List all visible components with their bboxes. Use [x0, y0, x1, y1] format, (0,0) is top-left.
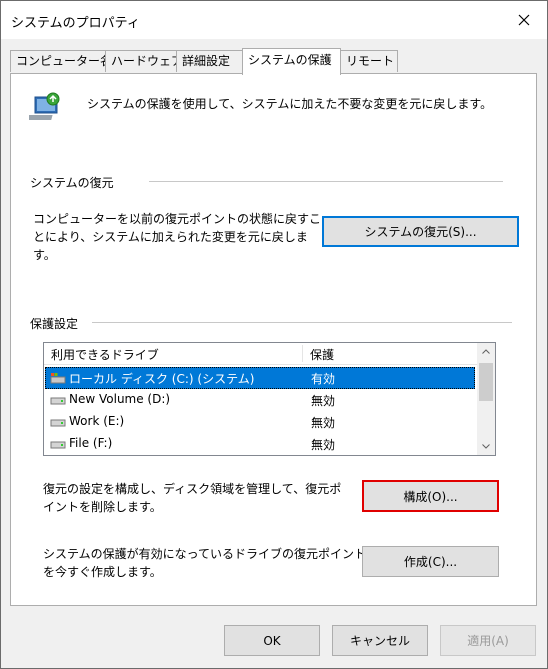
cancel-button[interactable]: キャンセル [332, 625, 428, 656]
restore-description: コンピューターを以前の復元ポイントの状態に戻すこ とにより、システムに加えられた… [33, 210, 321, 264]
column-header-protection[interactable]: 保護 [310, 346, 334, 363]
drive-protection-status: 無効 [311, 394, 336, 408]
drive-name: New Volume (D:) [69, 392, 171, 406]
drive-protection-status: 有効 [311, 372, 336, 386]
drive-icon [50, 397, 66, 405]
chevron-up-icon [482, 349, 490, 354]
chevron-down-icon [482, 444, 490, 449]
divider [149, 181, 503, 182]
drive-icon [50, 419, 66, 427]
drive-row-d[interactable]: New Volume (D:) 無効 [45, 389, 475, 411]
scroll-up-button[interactable] [477, 343, 495, 360]
scroll-thumb[interactable] [479, 363, 493, 401]
intro-text: システムの保護を使用して、システムに加えた不要な変更を元に戻します。 [87, 97, 493, 111]
drive-row-f[interactable]: File (F:) 無効 [45, 433, 475, 455]
text-line: を今すぐ作成します。 [43, 565, 162, 579]
column-header-drive[interactable]: 利用できるドライブ [51, 346, 159, 363]
create-button[interactable]: 作成(C)... [362, 546, 499, 577]
list-header: 利用できるドライブ 保護 [44, 343, 477, 365]
system-properties-window: システムのプロパティ コンピューター名 ハードウェア 詳細設定 システムの保護 … [0, 0, 548, 669]
text-line: とにより、システムに加えられた変更を元に戻しま [33, 230, 308, 244]
drive-row-c[interactable]: ローカル ディスク (C:) (システム) 有効 [45, 367, 475, 389]
restore-group-title: システムの復元 [30, 174, 114, 191]
text-line: イントを削除します。 [43, 500, 162, 514]
drive-row-e[interactable]: Work (E:) 無効 [45, 411, 475, 433]
tab-remote[interactable]: リモート [340, 50, 398, 72]
protection-group-title: 保護設定 [30, 315, 79, 332]
configure-description: 復元の設定を構成し、ディスク領域を管理して、復元ポ イントを削除します。 [43, 480, 341, 516]
close-icon [518, 14, 530, 26]
text-line: コンピューターを以前の復元ポイントの状態に戻すこ [33, 212, 322, 226]
drive-name: ローカル ディスク (C:) (システム) [69, 372, 255, 386]
close-button[interactable] [501, 1, 547, 39]
drives-list[interactable]: 利用できるドライブ 保護 ローカル ディスク (C:) (システム) 有効 Ne… [43, 342, 496, 456]
drive-protection-status: 無効 [311, 416, 336, 430]
drive-name: File (F:) [69, 436, 113, 450]
list-scrollbar[interactable] [477, 343, 495, 455]
drive-icon [50, 441, 66, 449]
create-description: システムの保護が有効になっているドライブの復元ポイント を今すぐ作成します。 [43, 545, 366, 581]
text-line: 復元の設定を構成し、ディスク領域を管理して、復元ポ [43, 482, 342, 496]
title-bar: システムのプロパティ [1, 1, 547, 39]
divider [92, 322, 512, 323]
system-drive-icon [50, 373, 66, 384]
divider [302, 345, 303, 362]
scroll-down-button[interactable] [477, 438, 495, 455]
window-title: システムのプロパティ [11, 16, 140, 31]
system-protection-icon [29, 92, 60, 120]
drive-name: Work (E:) [69, 414, 125, 428]
text-line: す。 [33, 248, 56, 262]
tab-advanced[interactable]: 詳細設定 [176, 50, 243, 72]
tab-computer-name[interactable]: コンピューター名 [10, 50, 112, 72]
tab-hardware[interactable]: ハードウェア [105, 50, 183, 72]
tab-panel-system-protection: システムの保護を使用して、システムに加えた不要な変更を元に戻します。 システムの… [10, 73, 537, 606]
configure-button[interactable]: 構成(O)... [362, 480, 499, 512]
drive-protection-status: 無効 [311, 438, 336, 452]
ok-button[interactable]: OK [224, 625, 320, 656]
text-line: システムの保護が有効になっているドライブの復元ポイント [43, 547, 367, 561]
apply-button[interactable]: 適用(A) [440, 625, 536, 656]
tab-system-protection[interactable]: システムの保護 [242, 48, 341, 75]
system-restore-button[interactable]: システムの復元(S)... [322, 216, 519, 247]
